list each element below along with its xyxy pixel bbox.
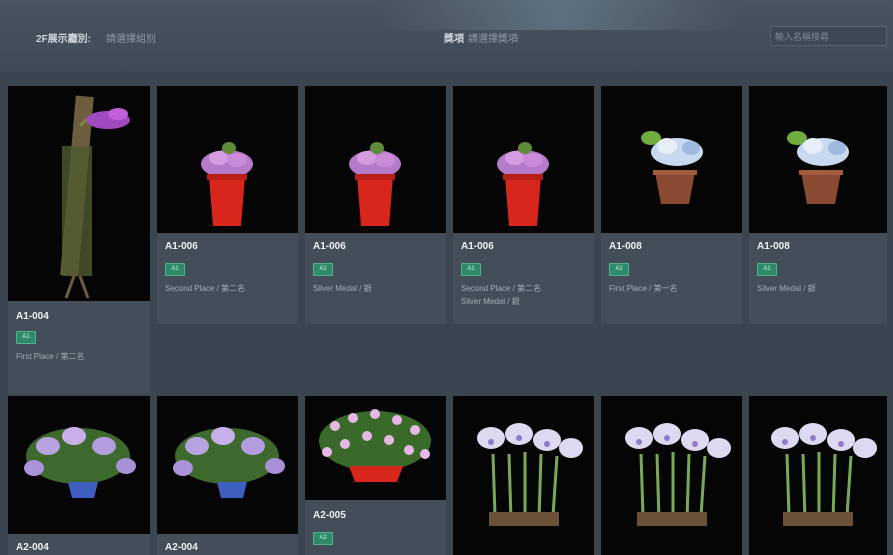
lavender-orchid-blue-pot-image (24, 427, 136, 498)
entry-code: A1-008 (609, 241, 642, 252)
category-badge: A1 (165, 263, 185, 276)
entry-code: A2-005 (313, 510, 346, 521)
entry-card[interactable]: A1-008 A1 First Place / 第一名 (601, 86, 742, 324)
orchid-photo (8, 396, 150, 534)
orchid-photo (305, 396, 446, 500)
entry-code: A1-004 (16, 311, 49, 322)
category-badge: A1 (757, 263, 777, 276)
cattleya-white-image (625, 423, 731, 526)
orchid-on-driftwood-image (60, 95, 130, 299)
entry-card[interactable] (601, 396, 742, 555)
award-filter-select[interactable]: 請選擇獎項 (468, 30, 518, 45)
category-badge: A1 (609, 263, 629, 276)
group-filter-label: 2F展示廳別: (36, 34, 91, 45)
award-text-secondary: Silver Medal / 銀 (461, 297, 520, 306)
pink-orchid-red-pot-image (201, 142, 253, 226)
orchid-photo (749, 86, 887, 233)
orchid-photo (157, 86, 298, 233)
award-text: Silver Medal / 銀 (757, 284, 816, 293)
entry-code: A1-006 (313, 241, 346, 252)
entry-card[interactable] (749, 396, 887, 555)
orchid-photo (157, 396, 298, 534)
entry-code: A1-006 (461, 241, 494, 252)
category-badge: A1 (16, 331, 36, 344)
category-badge: A1 (313, 263, 333, 276)
award-filter-label: 獎項 (444, 34, 464, 45)
orchid-photo (453, 396, 594, 555)
entry-code: A2-004 (165, 542, 198, 553)
award-text: Silver Medal / 銀 (313, 284, 372, 293)
pink-orchid-basket-image (319, 409, 431, 482)
search-input[interactable] (771, 29, 887, 45)
entry-code: A1-006 (165, 241, 198, 252)
orchid-photo (601, 86, 742, 233)
search-box[interactable] (770, 26, 887, 46)
header-banner (380, 0, 740, 30)
orchid-photo (453, 86, 594, 233)
cattleya-white-image (771, 423, 877, 526)
award-text: Second Place / 第二名 (461, 284, 542, 293)
pink-orchid-red-pot-image (349, 142, 401, 226)
entry-code: A2-004 (16, 542, 49, 553)
entry-card[interactable]: A2-004 (157, 396, 298, 555)
orchid-photo (601, 396, 742, 555)
award-text: First Place / 第二名 (16, 352, 85, 361)
pink-orchid-red-pot-image (497, 142, 549, 226)
filter-bar: 2F展示廳別: 請選擇組別 獎項 請選擇獎項 (0, 0, 893, 72)
lavender-orchid-blue-pot-image (173, 427, 285, 498)
group-filter-select[interactable]: 請選擇組別 (106, 30, 156, 45)
award-text: First Place / 第一名 (609, 284, 678, 293)
entry-card[interactable]: A1-006 A1 Second Place / 第二名 Silver Meda… (453, 86, 594, 324)
category-badge: A2 (313, 532, 333, 545)
category-badge: A1 (461, 263, 481, 276)
entry-card[interactable]: A1-004 A1 First Place / 第二名 (8, 86, 150, 394)
award-text: Second Place / 第二名 (165, 284, 246, 293)
entry-card[interactable] (453, 396, 594, 555)
entry-card[interactable]: A1-008 A1 Silver Medal / 銀 (749, 86, 887, 324)
white-orchid-brown-pot-image (787, 131, 849, 204)
entry-card[interactable]: A1-006 A1 Silver Medal / 銀 (305, 86, 446, 324)
entry-card[interactable]: A2-005 A2 (305, 396, 446, 555)
cattleya-white-image (477, 423, 583, 526)
entry-code: A1-008 (757, 241, 790, 252)
orchid-photo (8, 86, 150, 301)
orchid-photo (305, 86, 446, 233)
entry-card[interactable]: A1-006 A1 Second Place / 第二名 (157, 86, 298, 324)
orchid-photo (749, 396, 887, 555)
entry-card[interactable]: A2-004 (8, 396, 150, 555)
white-orchid-brown-pot-image (641, 131, 703, 204)
